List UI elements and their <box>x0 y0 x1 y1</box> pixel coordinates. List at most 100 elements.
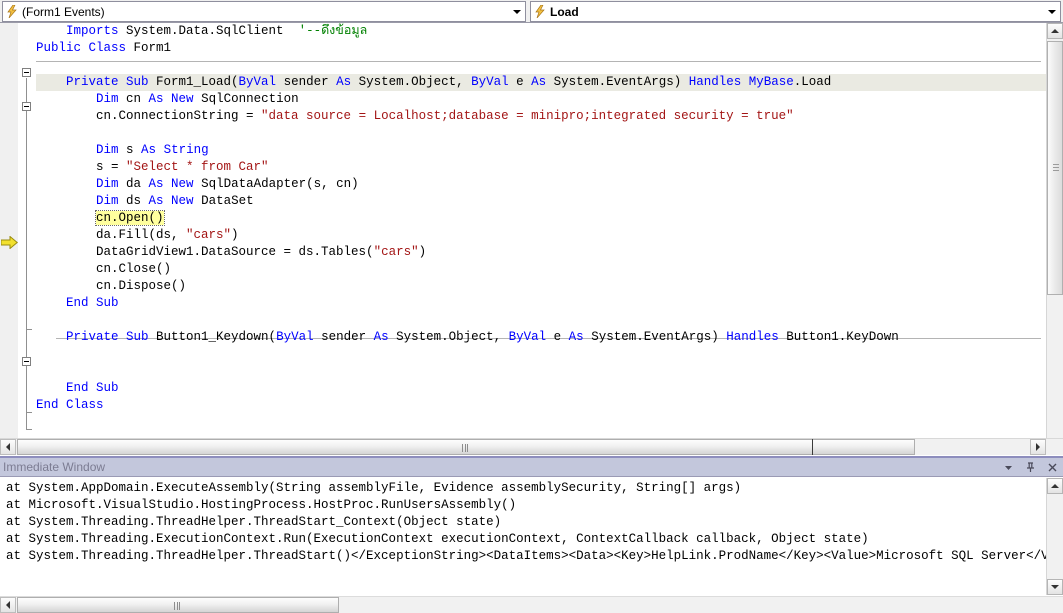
scroll-grip-icon <box>1053 164 1059 172</box>
pin-icon[interactable] <box>1024 461 1037 474</box>
scroll-left-button[interactable] <box>0 597 16 613</box>
code-keyword: As New <box>148 92 194 106</box>
code-text-run: Form1_Load( <box>148 75 239 89</box>
code-line[interactable]: End Sub <box>36 380 1063 397</box>
code-text-run: ) <box>418 245 427 259</box>
code-text-run: DataGridView1.DataSource = ds.Tables( <box>96 245 374 259</box>
code-line[interactable]: Dim s As String <box>36 142 1063 159</box>
outline-toggle-sub-button-keydown[interactable] <box>22 357 31 366</box>
editor-navigation-bar: (Form1 Events) Load <box>0 0 1063 23</box>
scroll-right-button[interactable] <box>1030 439 1046 455</box>
editor-vertical-scrollbar[interactable] <box>1046 23 1063 438</box>
code-line[interactable] <box>36 57 1063 74</box>
outline-toggle-sub-form-load[interactable] <box>22 102 31 111</box>
lightning-bolt-icon <box>531 2 549 21</box>
outline-vertical-line <box>26 78 27 430</box>
vertical-scroll-thumb[interactable] <box>1047 41 1063 295</box>
code-text-run: System.EventArgs) <box>583 330 727 344</box>
code-line[interactable]: cn.Open() <box>36 210 1063 227</box>
object-combo[interactable]: (Form1 Events) <box>2 1 526 22</box>
code-line[interactable]: Dim cn As New SqlConnection <box>36 91 1063 108</box>
editor-horizontal-scrollbar[interactable] <box>0 438 1063 455</box>
code-line[interactable]: Private Sub Form1_Load(ByVal sender As S… <box>36 74 1063 91</box>
immediate-window-title: Immediate Window <box>3 460 106 474</box>
member-combo[interactable]: Load <box>530 1 1061 22</box>
code-line[interactable]: cn.Dispose() <box>36 278 1063 295</box>
splitter-handle[interactable] <box>812 439 813 455</box>
immediate-window-titlebar[interactable]: Immediate Window <box>0 458 1063 477</box>
code-line[interactable]: Dim ds As New DataSet <box>36 193 1063 210</box>
output-line: at Microsoft.VisualStudio.HostingProcess… <box>6 498 517 512</box>
code-keyword: ByVal <box>471 75 509 89</box>
code-text-run: cn.ConnectionString = <box>96 109 262 123</box>
code-line[interactable] <box>36 312 1063 329</box>
code-line[interactable]: End Class <box>36 397 1063 414</box>
code-text-run: sender <box>276 75 337 89</box>
chevron-down-icon[interactable] <box>1002 461 1015 474</box>
outline-sub-end-tick <box>26 329 32 330</box>
code-text-run: .Load <box>793 75 832 89</box>
code-line[interactable]: Public Class Form1 <box>36 40 1063 57</box>
immediate-vertical-scrollbar[interactable] <box>1046 478 1063 595</box>
close-icon[interactable] <box>1046 461 1059 474</box>
outlining-margin[interactable] <box>18 23 36 438</box>
code-text-run: Form1 <box>126 41 172 55</box>
code-keyword: End Sub <box>66 296 119 310</box>
object-combo-value: (Form1 Events) <box>22 4 105 19</box>
immediate-horizontal-scrollbar[interactable] <box>0 596 1063 613</box>
code-line[interactable]: Imports System.Data.SqlClient '--ดึงข้อม… <box>36 23 1063 40</box>
code-text-run: System.EventArgs) <box>546 75 689 89</box>
scroll-down-button[interactable] <box>1047 579 1063 595</box>
output-line: at System.Threading.ThreadHelper.ThreadS… <box>6 515 502 529</box>
code-text-run: s <box>118 143 142 157</box>
code-line[interactable] <box>36 346 1063 363</box>
code-keyword: As <box>568 330 584 344</box>
code-text-run: s = <box>96 160 127 174</box>
chevron-down-icon[interactable] <box>1044 2 1060 21</box>
code-line[interactable]: s = "Select * from Car" <box>36 159 1063 176</box>
scroll-left-button[interactable] <box>0 439 16 455</box>
code-text-run: DataSet <box>193 194 254 208</box>
outline-sub2-end-tick <box>26 412 32 413</box>
code-string: "cars" <box>373 245 419 259</box>
scroll-grip-icon <box>462 444 470 452</box>
code-line[interactable] <box>36 125 1063 142</box>
vs-code-editor-window: (Form1 Events) Load Imports System.Data.… <box>0 0 1063 613</box>
code-text-run: e <box>546 330 569 344</box>
code-editor[interactable]: Imports System.Data.SqlClient '--ดึงข้อม… <box>0 23 1063 438</box>
chevron-down-icon[interactable] <box>509 2 525 21</box>
immediate-window-output[interactable]: at System.AppDomain.ExecuteAssembly(Stri… <box>0 478 1046 597</box>
code-line[interactable]: cn.Close() <box>36 261 1063 278</box>
code-line[interactable]: cn.ConnectionString = "data source = Loc… <box>36 108 1063 125</box>
code-keyword: Private Sub <box>66 75 149 89</box>
code-line[interactable]: Private Sub Button1_Keydown(ByVal sender… <box>36 329 1063 346</box>
code-keyword: Dim <box>96 143 119 157</box>
code-keyword: Dim <box>96 177 119 191</box>
code-keyword: MyBase <box>748 75 794 89</box>
outline-toggle-class[interactable] <box>22 68 31 77</box>
code-text[interactable]: Imports System.Data.SqlClient '--ดึงข้อม… <box>36 23 1063 438</box>
code-keyword: Dim <box>96 92 119 106</box>
code-line[interactable]: DataGridView1.DataSource = ds.Tables("ca… <box>36 244 1063 261</box>
code-keyword: ByVal <box>238 75 277 89</box>
code-string: "cars" <box>186 228 232 242</box>
lightning-bolt-icon <box>3 2 21 21</box>
indicator-margin[interactable] <box>0 23 19 438</box>
member-combo-value: Load <box>550 4 579 19</box>
code-line[interactable]: Dim da As New SqlDataAdapter(s, cn) <box>36 176 1063 193</box>
code-text-run <box>156 143 164 157</box>
code-text-run: System.Data.SqlClient <box>118 24 299 38</box>
scroll-up-button[interactable] <box>1047 23 1063 39</box>
horizontal-scroll-thumb[interactable] <box>17 597 339 613</box>
code-line[interactable] <box>36 363 1063 380</box>
code-text-run: sender <box>313 330 374 344</box>
code-line[interactable]: End Sub <box>36 295 1063 312</box>
scroll-up-button[interactable] <box>1047 478 1063 494</box>
output-line: at System.AppDomain.ExecuteAssembly(Stri… <box>6 481 742 495</box>
outline-end-tick <box>26 429 32 430</box>
output-line: at System.Threading.ExecutionContext.Run… <box>6 532 869 546</box>
code-keyword: Private Sub <box>66 330 149 344</box>
code-keyword: As <box>141 143 157 157</box>
code-line[interactable]: da.Fill(ds, "cars") <box>36 227 1063 244</box>
horizontal-scroll-thumb[interactable] <box>17 439 915 455</box>
